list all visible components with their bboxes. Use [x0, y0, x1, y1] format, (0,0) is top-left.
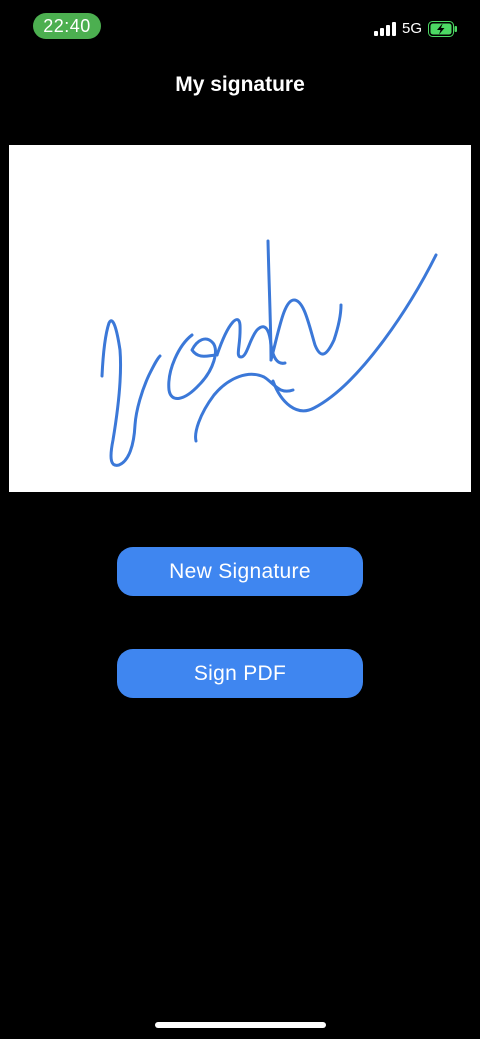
status-bar: 22:40 5G	[0, 0, 480, 52]
status-time: 22:40	[33, 13, 101, 39]
battery-charging-icon	[428, 21, 457, 37]
home-indicator[interactable]	[155, 1022, 326, 1028]
status-indicators: 5G	[373, 19, 458, 39]
new-signature-button[interactable]: New Signature	[117, 547, 363, 596]
sign-pdf-button[interactable]: Sign PDF	[117, 649, 363, 698]
page-title: My signature	[175, 73, 305, 96]
network-label: 5G	[401, 20, 422, 37]
signal-icon	[373, 22, 396, 36]
signature-canvas[interactable]	[9, 145, 471, 492]
signature-stroke	[100, 239, 438, 467]
